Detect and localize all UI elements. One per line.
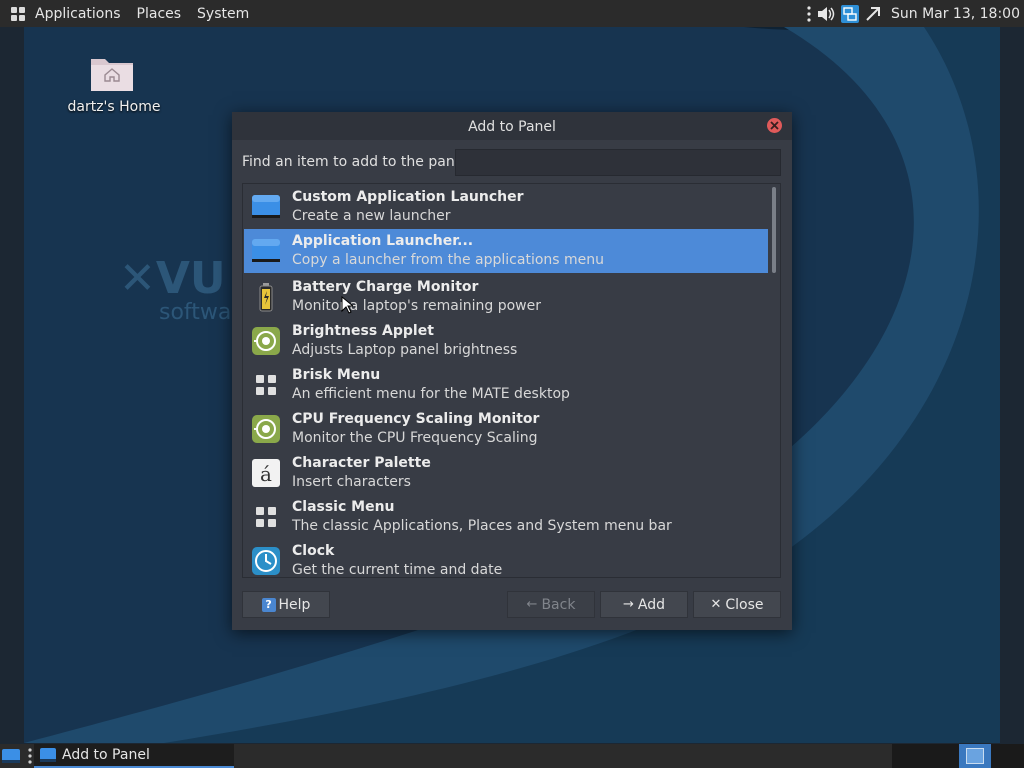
workspace-switcher — [892, 744, 1024, 768]
taskbar-item-add-to-panel[interactable]: Add to Panel — [34, 744, 234, 768]
bottom-panel: Add to Panel — [0, 744, 1024, 768]
show-desktop-icon[interactable] — [2, 748, 20, 764]
add-button[interactable]: → Add — [600, 591, 688, 618]
arrow-right-icon: → — [622, 597, 634, 612]
item-name: CPU Frequency Scaling Monitor — [292, 411, 540, 427]
help-button[interactable]: ? Help — [242, 591, 330, 618]
brightness-icon — [250, 325, 282, 357]
svg-text:softwa: softwa — [159, 300, 231, 325]
dialog-title: Add to Panel — [468, 119, 556, 135]
volume-icon[interactable] — [817, 5, 835, 23]
close-window-icon[interactable] — [767, 118, 782, 133]
close-icon: ✕ — [710, 597, 722, 612]
top-panel: Applications Places System Sun Mar 13, 1… — [0, 0, 1024, 27]
list-item[interactable]: Battery Charge Monitor Monitor a laptop'… — [244, 275, 768, 319]
window-icon — [40, 748, 56, 762]
item-description: Create a new launcher — [292, 208, 451, 224]
help-label: Help — [278, 596, 311, 613]
item-description: Get the current time and date — [292, 562, 503, 578]
panel-handle-icon[interactable] — [28, 748, 32, 764]
svg-text:á: á — [260, 462, 272, 486]
home-folder-icon[interactable] — [84, 51, 140, 99]
clock-applet[interactable]: Sun Mar 13, 18:00 — [891, 6, 1020, 22]
menu-system[interactable]: System — [197, 6, 249, 22]
close-button[interactable]: ✕ Close — [693, 591, 781, 618]
character-palette-icon: á — [250, 457, 282, 489]
list-item[interactable]: Brisk Menu An efficient menu for the MAT… — [244, 363, 768, 407]
launcher-icon — [250, 235, 282, 267]
list-item[interactable]: Custom Application Launcher Create a new… — [244, 185, 768, 229]
back-button[interactable]: ← Back — [507, 591, 595, 618]
grid-menu-icon — [250, 369, 282, 401]
battery-icon — [250, 281, 282, 313]
close-label: Close — [725, 596, 764, 613]
item-description: Monitor a laptop's remaining power — [292, 298, 541, 314]
svg-text:✕VU: ✕VU — [119, 253, 226, 304]
grid-menu-icon — [250, 501, 282, 533]
network-icon[interactable] — [840, 4, 859, 23]
arrow-left-icon: ← — [526, 597, 538, 612]
list-item[interactable]: á Character Palette Insert characters — [244, 451, 768, 495]
add-label: Add — [637, 596, 665, 613]
list-scrollbar[interactable] — [769, 185, 779, 576]
item-name: Character Palette — [292, 455, 431, 471]
clock-icon — [250, 545, 282, 577]
more-vertical-icon[interactable] — [807, 5, 811, 23]
taskbar-item-label: Add to Panel — [62, 747, 150, 763]
scrollbar-thumb[interactable] — [772, 187, 776, 273]
menu-applications[interactable]: Applications — [35, 6, 121, 22]
menu-places[interactable]: Places — [137, 6, 182, 22]
list-item[interactable]: Brightness Applet Adjusts Laptop panel b… — [244, 319, 768, 363]
item-name: Battery Charge Monitor — [292, 279, 479, 295]
back-label: Back — [541, 596, 576, 613]
workspace-1[interactable] — [959, 744, 991, 768]
list-item[interactable]: CPU Frequency Scaling Monitor Monitor th… — [244, 407, 768, 451]
list-item[interactable]: Clock Get the current time and date — [244, 539, 768, 578]
item-description: An efficient menu for the MATE desktop — [292, 386, 570, 402]
list-item[interactable]: Classic Menu The classic Applications, P… — [244, 495, 768, 539]
item-description: The classic Applications, Places and Sys… — [292, 518, 672, 534]
item-name: Custom Application Launcher — [292, 189, 524, 205]
item-description: Copy a launcher from the applications me… — [292, 252, 605, 268]
list-item-selected[interactable]: Application Launcher... Copy a launcher … — [244, 229, 768, 273]
applet-list[interactable]: Custom Application Launcher Create a new… — [242, 183, 781, 578]
item-name: Classic Menu — [292, 499, 395, 515]
applications-menu-icon[interactable] — [11, 6, 25, 21]
search-input[interactable] — [455, 149, 781, 176]
find-label: Find an item to add to the panel: — [242, 154, 472, 170]
add-to-panel-dialog: Add to Panel Find an item to add to the … — [232, 112, 792, 630]
item-name: Clock — [292, 543, 335, 559]
system-tray: Sun Mar 13, 18:00 — [807, 0, 1024, 27]
item-description: Monitor the CPU Frequency Scaling — [292, 430, 538, 446]
dialog-titlebar[interactable]: Add to Panel — [232, 112, 792, 140]
item-name: Application Launcher... — [292, 233, 474, 249]
mouse-pointer-icon — [341, 295, 355, 318]
item-description: Insert characters — [292, 474, 411, 490]
home-folder-label[interactable]: dartz's Home — [54, 99, 174, 115]
item-name: Brisk Menu — [292, 367, 381, 383]
item-name: Brightness Applet — [292, 323, 434, 339]
item-description: Adjusts Laptop panel brightness — [292, 342, 518, 358]
help-icon: ? — [261, 597, 276, 612]
launcher-icon — [250, 191, 282, 223]
cpu-frequency-icon — [250, 413, 282, 445]
bluetooth-icon[interactable] — [865, 5, 881, 23]
